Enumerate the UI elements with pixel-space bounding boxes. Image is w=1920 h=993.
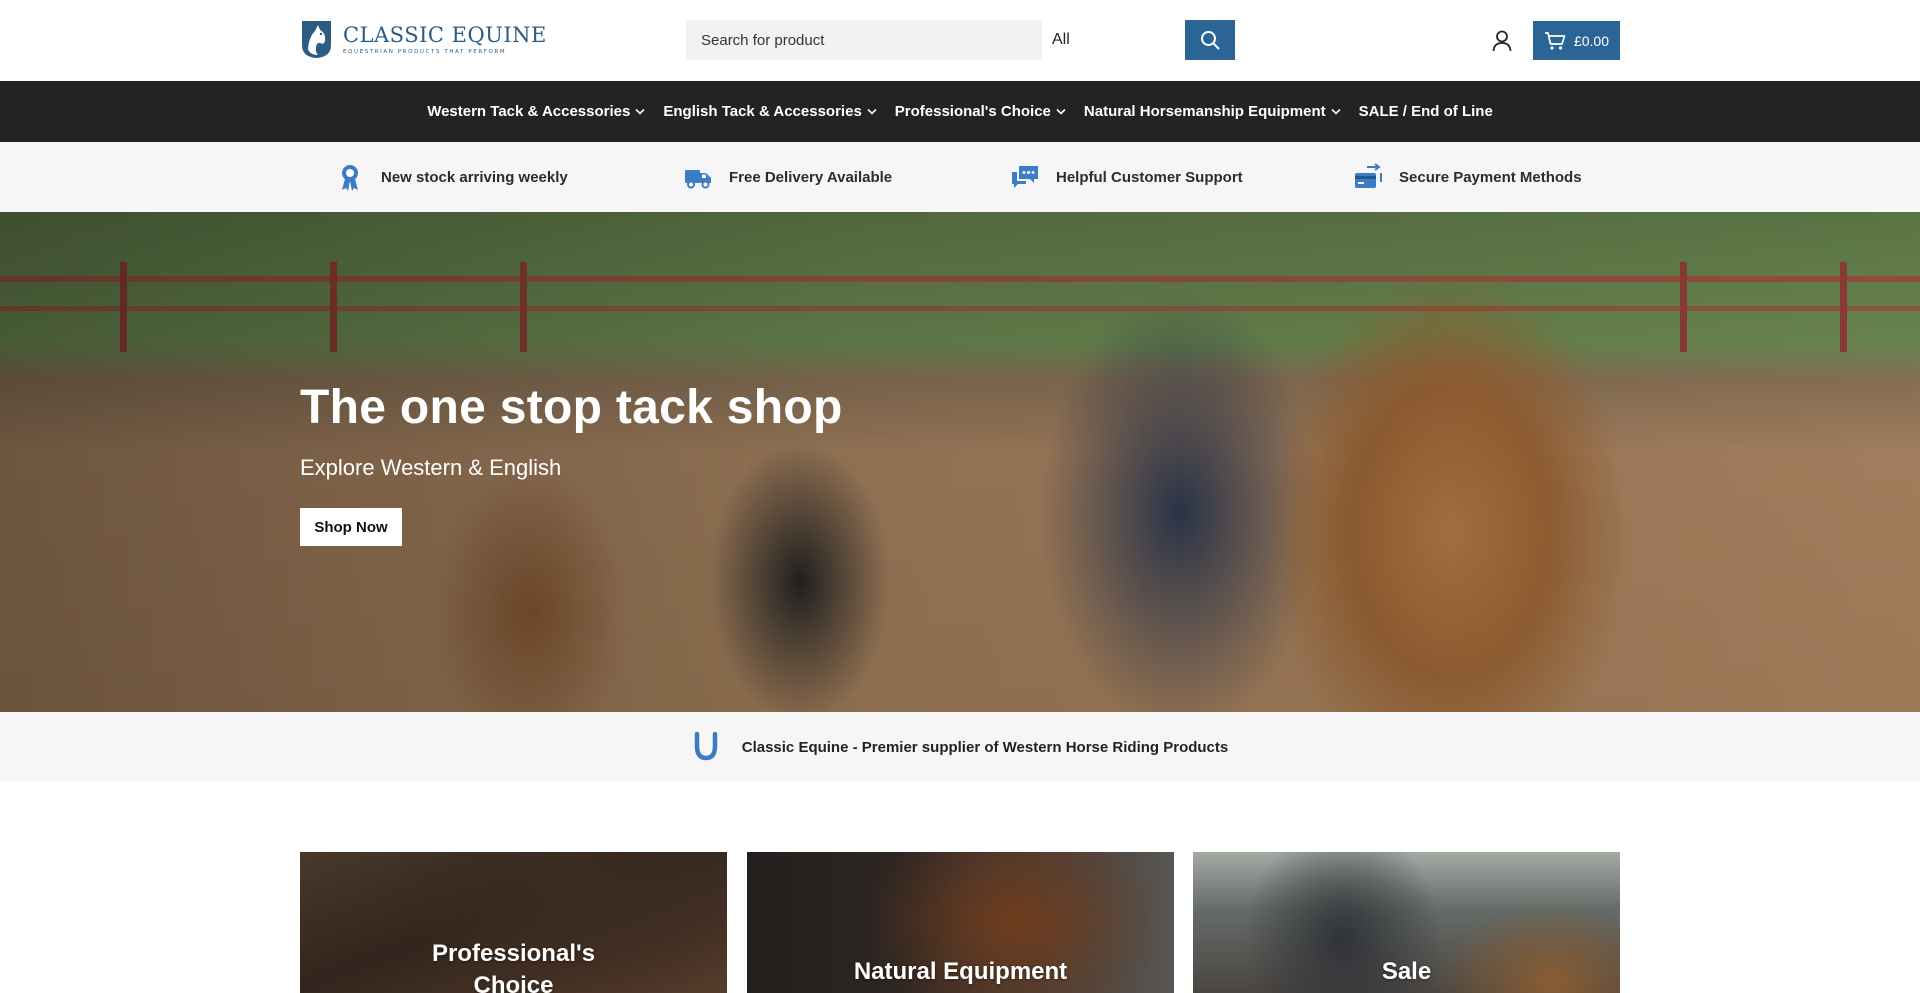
feature-label: New stock arriving weekly (381, 168, 568, 186)
nav-item-western-tack[interactable]: Western Tack & Accessories (418, 103, 654, 120)
tagline-strip: Classic Equine - Premier supplier of Wes… (0, 712, 1920, 782)
category-card-professionals-choice[interactable]: Professional's Choice (300, 852, 727, 993)
shop-now-button[interactable]: Shop Now (300, 508, 402, 546)
search-bar: All (686, 20, 1235, 60)
main-navigation: Western Tack & Accessories English Tack … (0, 81, 1920, 142)
category-card-label: Natural Equipment (853, 958, 1068, 985)
award-ribbon-icon (342, 165, 358, 191)
nav-item-label: English Tack & Accessories (663, 103, 862, 120)
user-icon (1492, 30, 1512, 52)
chat-support-icon (1012, 166, 1038, 188)
category-card-label: Sale (1381, 958, 1432, 985)
nav-item-natural-horsemanship[interactable]: Natural Horsemanship Equipment (1075, 103, 1350, 120)
search-icon (1201, 31, 1220, 50)
delivery-truck-icon (685, 170, 711, 189)
nav-item-label: Natural Horsemanship Equipment (1083, 103, 1326, 120)
feature-label: Free Delivery Available (729, 168, 893, 186)
nav-item-sale[interactable]: SALE / End of Line (1350, 103, 1502, 120)
category-card-sale[interactable]: Sale (1193, 852, 1620, 993)
chevron-down-icon (1056, 108, 1066, 115)
search-category-select[interactable]: All (1042, 20, 1185, 60)
feature-label: Secure Payment Methods (1399, 168, 1582, 186)
feature-customer-support: Helpful Customer Support (1010, 142, 1243, 212)
search-input[interactable] (686, 20, 1042, 60)
horse-head-logo-icon (302, 21, 331, 58)
chevron-down-icon (867, 108, 877, 115)
brand-logo[interactable]: CLASSIC EQUINE EQUESTRIAN PRODUCTS THAT … (300, 19, 547, 59)
nav-item-label: Professional's Choice (894, 103, 1051, 120)
cart-icon (1544, 31, 1566, 50)
nav-item-label: SALE / End of Line (1358, 103, 1493, 120)
feature-new-stock: New stock arriving weekly (335, 142, 568, 212)
chevron-down-icon (1331, 108, 1341, 115)
hero-banner: The one stop tack shop Explore Western &… (0, 212, 1920, 712)
horseshoe-icon (694, 732, 717, 761)
hero-overlay (0, 212, 1920, 712)
category-card-natural-equipment[interactable]: Natural Equipment (747, 852, 1174, 993)
search-button[interactable] (1185, 20, 1235, 60)
secure-payment-icon (1355, 163, 1382, 188)
tagline-text: Classic Equine - Premier supplier of Wes… (741, 738, 1229, 756)
nav-item-english-tack[interactable]: English Tack & Accessories (654, 103, 885, 120)
site-header: CLASSIC EQUINE EQUESTRIAN PRODUCTS THAT … (0, 0, 1920, 81)
logo-text: CLASSIC EQUINE EQUESTRIAN PRODUCTS THAT … (343, 24, 547, 55)
brand-name: CLASSIC EQUINE (343, 22, 547, 47)
hero-title: The one stop tack shop (300, 381, 843, 434)
nav-item-label: Western Tack & Accessories (427, 103, 631, 120)
account-button[interactable] (1490, 28, 1514, 54)
feature-label: Helpful Customer Support (1056, 168, 1243, 186)
nav-item-professionals-choice[interactable]: Professional's Choice (886, 103, 1075, 120)
cart-button[interactable]: £0.00 (1533, 21, 1620, 60)
features-bar: New stock arriving weekly Free Delivery … (0, 142, 1920, 212)
feature-free-delivery: Free Delivery Available (683, 142, 892, 212)
chevron-down-icon (635, 108, 645, 115)
category-card-label: Professional's Choice (431, 940, 596, 993)
cart-total: £0.00 (1573, 32, 1610, 49)
feature-secure-payment: Secure Payment Methods (1353, 142, 1582, 212)
brand-tagline: EQUESTRIAN PRODUCTS THAT PERFORM (343, 48, 507, 55)
hero-subtitle: Explore Western & English (300, 455, 562, 480)
